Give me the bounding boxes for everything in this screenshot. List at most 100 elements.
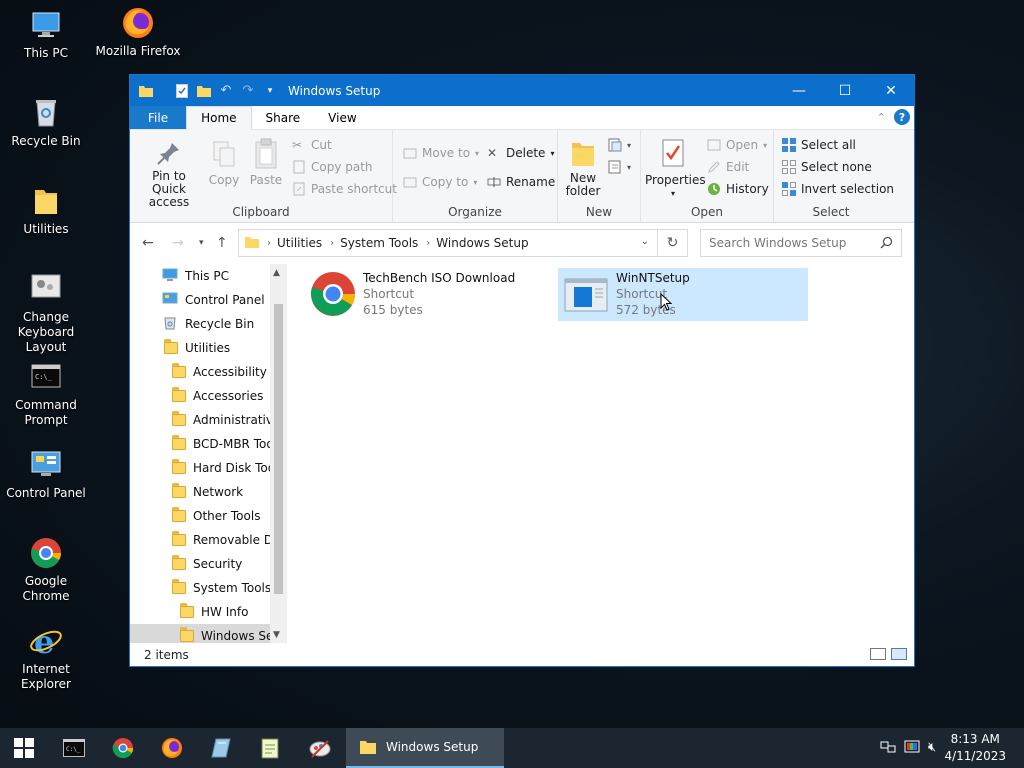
tree-item-accessibility[interactable]: Accessibility: [172, 360, 267, 384]
breadcrumb-utilities[interactable]: Utilities: [277, 236, 322, 250]
tree-item-utilities[interactable]: Utilities: [164, 336, 230, 360]
paste-button[interactable]: Paste: [246, 138, 286, 187]
delete-button[interactable]: ✕ Delete ▾: [487, 146, 554, 160]
details-view-icon[interactable]: [870, 648, 886, 660]
search-input[interactable]: Search Windows Setup: [700, 229, 902, 257]
breadcrumb-system-tools[interactable]: System Tools: [340, 236, 418, 250]
up-button[interactable]: ↑: [216, 235, 228, 251]
copy-to-button[interactable]: Copy to ▾: [403, 175, 477, 189]
taskbar-windows-setup[interactable]: Windows Setup: [346, 728, 504, 768]
new-item-button[interactable]: ▾: [608, 138, 631, 152]
volume-muted-icon[interactable]: 🔇︎: [928, 740, 936, 755]
copy-button[interactable]: Copy: [206, 140, 242, 187]
maximize-button[interactable]: ☐: [822, 75, 868, 106]
network-icon[interactable]: [880, 740, 896, 758]
new-folder-button[interactable]: New folder: [564, 140, 602, 198]
tree-item-security[interactable]: Security: [172, 552, 242, 576]
tree-item-network[interactable]: Network: [172, 480, 243, 504]
tree-item-system-tools[interactable]: System Tools: [172, 576, 271, 600]
address-dropdown-icon[interactable]: ⌄: [641, 236, 649, 247]
folder-icon: [360, 741, 376, 754]
tree-item-bcd-mbr-tool[interactable]: BCD-MBR Tool: [172, 432, 277, 456]
desktop-icon-recycle-bin[interactable]: Recycle Bin: [0, 96, 92, 149]
select-all-button[interactable]: Select all: [782, 138, 856, 152]
tree-item-windows-setup[interactable]: Windows Setu: [130, 624, 286, 643]
display-icon[interactable]: [904, 740, 920, 758]
desktop-icon-firefox[interactable]: Mozilla Firefox: [92, 6, 184, 59]
taskbar-command-prompt[interactable]: C:\_: [50, 728, 98, 768]
search-placeholder: Search Windows Setup: [709, 236, 847, 250]
desktop-icon-utilities[interactable]: Utilities: [0, 184, 92, 237]
breadcrumb-separator-icon: ›: [267, 237, 271, 249]
redo-icon[interactable]: ↷: [240, 83, 256, 99]
address-bar[interactable]: › Utilities › System Tools › Windows Set…: [238, 229, 658, 257]
pin-to-quick-access-button[interactable]: Pin to Quick access: [136, 140, 202, 209]
desktop-icon-control-panel[interactable]: Control Panel: [0, 448, 92, 501]
tree-item-control-panel[interactable]: Control Panel: [162, 288, 265, 312]
clock[interactable]: 8:13 AM 4/11/2023: [944, 731, 1006, 765]
large-icons-view-icon[interactable]: [891, 648, 907, 660]
open-button[interactable]: Open ▾: [707, 138, 767, 152]
tree-item-hard-disk-tools[interactable]: Hard Disk Tools: [172, 456, 285, 480]
help-icon[interactable]: ?: [894, 109, 910, 125]
desktop-icon-keyboard-layout[interactable]: Change Keyboard Layout: [0, 272, 92, 355]
move-to-button[interactable]: Move to ▾: [403, 146, 479, 160]
minimize-button[interactable]: —: [776, 75, 822, 106]
tree-item-this-pc[interactable]: This PC: [162, 264, 229, 288]
tree-item-removable-drives[interactable]: Removable Dri: [172, 528, 281, 552]
internet-explorer-icon: e: [29, 623, 63, 661]
tab-share[interactable]: Share: [252, 106, 315, 129]
scroll-up-icon[interactable]: ▲: [273, 268, 280, 278]
navigation-pane-scrollbar[interactable]: ▲ ▼: [270, 264, 287, 643]
tab-home[interactable]: Home: [186, 106, 252, 130]
rename-button[interactable]: Rename: [487, 175, 555, 189]
refresh-button[interactable]: ↻: [658, 229, 688, 257]
file-item-techbench[interactable]: TechBench ISO Download Shortcut 615 byte…: [305, 268, 545, 321]
select-none-button[interactable]: Select none: [782, 160, 872, 174]
title-bar[interactable]: ↶ ↷ ▾ Windows Setup — ☐ ✕: [130, 75, 914, 106]
desktop-icon-command-prompt[interactable]: C:\_ Command Prompt: [0, 360, 92, 428]
tree-item-administrative[interactable]: Administrative: [172, 408, 280, 432]
taskbar-app-paint[interactable]: [296, 728, 344, 768]
mouse-cursor-icon: [660, 292, 673, 315]
easy-access-button[interactable]: ▾: [608, 160, 631, 174]
close-button[interactable]: ✕: [868, 75, 914, 106]
taskbar-firefox[interactable]: [148, 728, 196, 768]
invert-selection-button[interactable]: Invert selection: [782, 182, 894, 196]
recent-locations-button[interactable]: ▾: [199, 238, 204, 248]
properties-button[interactable]: Properties ▾: [645, 138, 706, 200]
new-group-label: New: [585, 205, 613, 219]
tree-item-hw-info[interactable]: HW Info: [180, 600, 248, 624]
edit-button[interactable]: Edit: [707, 160, 749, 174]
cut-button[interactable]: ✂ Cut: [292, 138, 332, 152]
desktop-icon-chrome[interactable]: Google Chrome: [0, 536, 92, 604]
taskbar-chrome[interactable]: [99, 728, 147, 768]
customize-dropdown-icon[interactable]: ▾: [262, 83, 278, 99]
desktop-icon-this-pc[interactable]: This PC: [0, 8, 92, 61]
taskbar-app-green[interactable]: [246, 728, 294, 768]
tree-item-accessories[interactable]: Accessories: [172, 384, 263, 408]
collapse-ribbon-icon[interactable]: ⌃: [877, 111, 886, 124]
tree-item-recycle-bin[interactable]: Recycle Bin: [162, 312, 254, 336]
start-button[interactable]: [0, 728, 48, 768]
scroll-thumb[interactable]: [274, 304, 283, 594]
back-button[interactable]: ←: [142, 235, 154, 251]
history-button[interactable]: History: [707, 182, 769, 196]
taskbar-app-blue[interactable]: [197, 728, 245, 768]
undo-icon[interactable]: ↶: [218, 83, 234, 99]
tab-view[interactable]: View: [314, 106, 370, 129]
desktop-icon-internet-explorer[interactable]: e Internet Explorer: [0, 623, 92, 692]
copy-path-button[interactable]: Copy path: [292, 160, 373, 174]
breadcrumb-windows-setup[interactable]: Windows Setup: [436, 236, 528, 250]
tree-item-other-tools[interactable]: Other Tools: [172, 504, 260, 528]
forward-button[interactable]: →: [172, 235, 184, 251]
clipboard-group: Pin to Quick access Copy Paste ✂ Cut Copy…: [130, 130, 397, 222]
tab-file[interactable]: File: [130, 106, 187, 129]
file-item-winntsetup[interactable]: WinNTSetup Shortcut 572 bytes: [558, 268, 808, 321]
scroll-down-icon[interactable]: ▼: [273, 630, 280, 640]
properties-icon[interactable]: [174, 83, 190, 99]
command-prompt-icon: C:\_: [29, 360, 63, 394]
folder-icon: [138, 83, 154, 99]
paste-shortcut-button[interactable]: Paste shortcut: [292, 182, 397, 196]
new-folder-icon[interactable]: [196, 83, 212, 99]
